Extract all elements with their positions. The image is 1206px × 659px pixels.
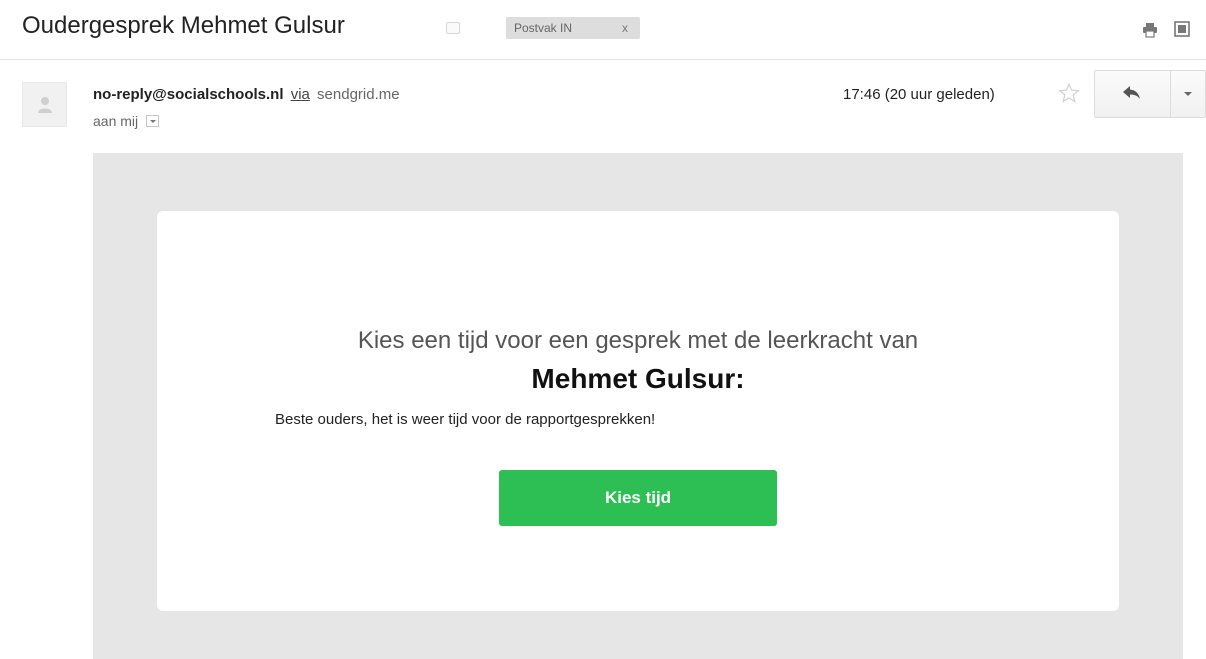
email-card: Kies een tijd voor een gesprek met de le… — [157, 211, 1119, 611]
message-timestamp: 17:46 (20 uur geleden) — [843, 86, 995, 103]
choose-time-button[interactable]: Kies tijd — [499, 470, 777, 526]
more-actions-button[interactable] — [1171, 71, 1205, 117]
email-body: Kies een tijd voor een gesprek met de le… — [93, 153, 1183, 659]
email-message: Beste ouders, het is weer tijd voor de r… — [275, 411, 656, 428]
child-name: Mehmet Gulsur: — [531, 363, 745, 394]
sender-address[interactable]: no-reply@socialschools.nl — [93, 86, 284, 103]
email-view: Oudergesprek Mehmet Gulsur Postvak IN x — [0, 0, 1206, 659]
recipient-details-dropdown[interactable] — [146, 115, 160, 128]
person-icon — [38, 97, 52, 113]
email-subject: Oudergesprek Mehmet Gulsur — [22, 12, 345, 39]
new-window-icon[interactable] — [1174, 21, 1190, 37]
reply-button[interactable] — [1095, 71, 1171, 117]
label-chip[interactable]: Postvak IN x — [506, 17, 640, 39]
star-icon[interactable] — [1058, 82, 1080, 104]
importance-marker-icon[interactable] — [446, 22, 460, 34]
reply-button-group — [1094, 70, 1206, 118]
sender-line: no-reply@socialschools.nl via sendgrid.m… — [93, 86, 400, 103]
subject-header: Oudergesprek Mehmet Gulsur Postvak IN x — [0, 0, 1206, 60]
email-heading: Kies een tijd voor een gesprek met de le… — [357, 327, 919, 354]
print-icon[interactable] — [1142, 22, 1158, 38]
recipient-line: aan mij — [93, 113, 160, 129]
via-link[interactable]: via — [291, 86, 310, 103]
label-chip-text: Postvak IN — [514, 21, 573, 35]
sender-avatar — [22, 82, 67, 127]
remove-label-button[interactable]: x — [622, 17, 628, 39]
reply-icon — [1123, 86, 1140, 99]
recipient-text: aan mij — [93, 113, 139, 129]
via-domain: sendgrid.me — [317, 86, 400, 103]
